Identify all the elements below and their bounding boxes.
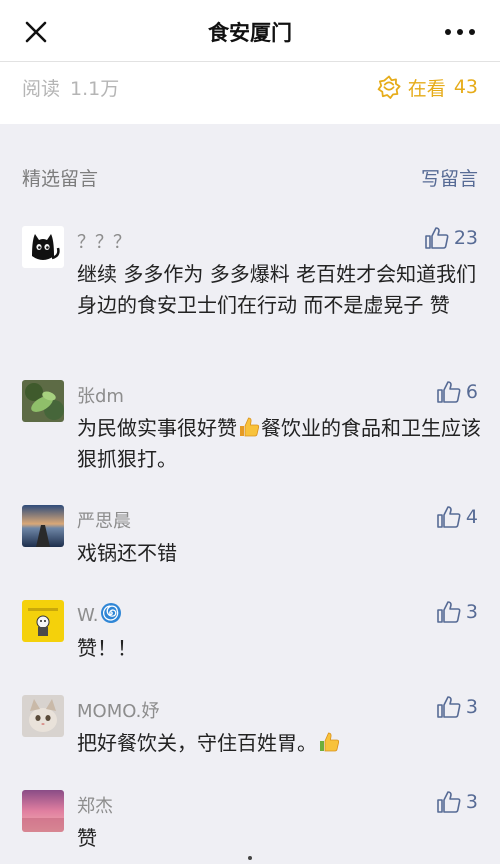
spiral-icon: [101, 603, 122, 623]
thumbs-up-emoji-icon: [240, 417, 260, 437]
avatar[interactable]: [22, 790, 64, 832]
thumbs-up-emoji-icon: [320, 732, 340, 752]
like-count: 3: [465, 791, 478, 813]
thumbs-up-icon: [437, 601, 461, 623]
kitten-avatar: [22, 695, 64, 737]
like-button[interactable]: 3: [436, 695, 478, 719]
comment-text-part: 把好餐饮关，守住百姓胃。: [77, 731, 317, 755]
comment-author-name: W.: [77, 605, 99, 626]
like-count: 4: [465, 506, 478, 528]
pink-sky-avatar: [22, 790, 64, 832]
comment-text: 赞: [77, 826, 97, 850]
comment-text: 继续 多多作为 多多爆料 老百姓才会知道我们身边的食安卫士们在行动 而不是虚晃子…: [77, 262, 477, 317]
comment-text: 戏锅还不错: [77, 541, 177, 565]
comments-section-header: 精选留言 写留言: [0, 124, 500, 204]
comment-author: W.: [77, 602, 122, 626]
comment-author: 郑杰: [77, 796, 113, 817]
comment-author: MOMO.妤: [77, 701, 160, 722]
comment-author: ？？？: [77, 232, 131, 253]
thumbs-up-icon: [437, 381, 461, 403]
thumbs-up-icon: [437, 696, 461, 718]
write-comment-link[interactable]: 写留言: [421, 164, 478, 191]
avatar[interactable]: [22, 695, 64, 737]
like-button[interactable]: 3: [436, 790, 478, 814]
sunset-pier-avatar: [22, 505, 64, 547]
thumbs-up-icon: [425, 227, 449, 249]
looking-button[interactable]: 在看 43: [376, 72, 478, 102]
avatar[interactable]: [22, 600, 64, 642]
avatar[interactable]: [22, 226, 64, 268]
looking-count: 43: [453, 76, 478, 98]
comment-text: 为民做实事很好赞 餐饮业的食品和卫生应该狠抓狠打。: [77, 413, 482, 475]
thumbs-up-icon: [437, 506, 461, 528]
black-cat-avatar: [22, 226, 64, 268]
avatar[interactable]: [22, 380, 64, 422]
like-count: 6: [465, 381, 478, 403]
more-options-icon[interactable]: [442, 18, 478, 46]
comment-text: 把好餐饮关，守住百姓胃。: [77, 728, 482, 759]
like-button[interactable]: 4: [436, 505, 478, 529]
yellow-character-avatar: [22, 600, 64, 642]
comment-author: 张dm: [77, 386, 124, 407]
like-button[interactable]: 6: [436, 380, 478, 404]
like-button[interactable]: 23: [424, 226, 478, 250]
page-title: 食安厦门: [208, 21, 292, 45]
read-label: 阅读: [22, 78, 61, 100]
read-count: 阅读 1.1万: [22, 74, 119, 101]
like-count: 23: [453, 227, 478, 249]
page-indicator-dot: [248, 856, 252, 860]
looking-label: 在看: [407, 77, 446, 100]
read-number: 1.1万: [70, 78, 120, 100]
looking-icon: [377, 75, 401, 99]
thumbs-up-icon: [437, 791, 461, 813]
green-leaf-avatar: [22, 380, 64, 422]
avatar[interactable]: [22, 505, 64, 547]
like-button[interactable]: 3: [436, 600, 478, 624]
article-stats: 阅读 1.1万 在看 43: [0, 62, 500, 124]
like-count: 3: [465, 601, 478, 623]
like-count: 3: [465, 696, 478, 718]
featured-comments-title: 精选留言: [22, 168, 99, 190]
nav-bar: 食安厦门: [0, 0, 500, 62]
comment-text: 赞！！: [77, 636, 137, 660]
comment-author: 严思晨: [77, 511, 131, 532]
comment-text-part: 为民做实事很好赞: [77, 416, 237, 440]
